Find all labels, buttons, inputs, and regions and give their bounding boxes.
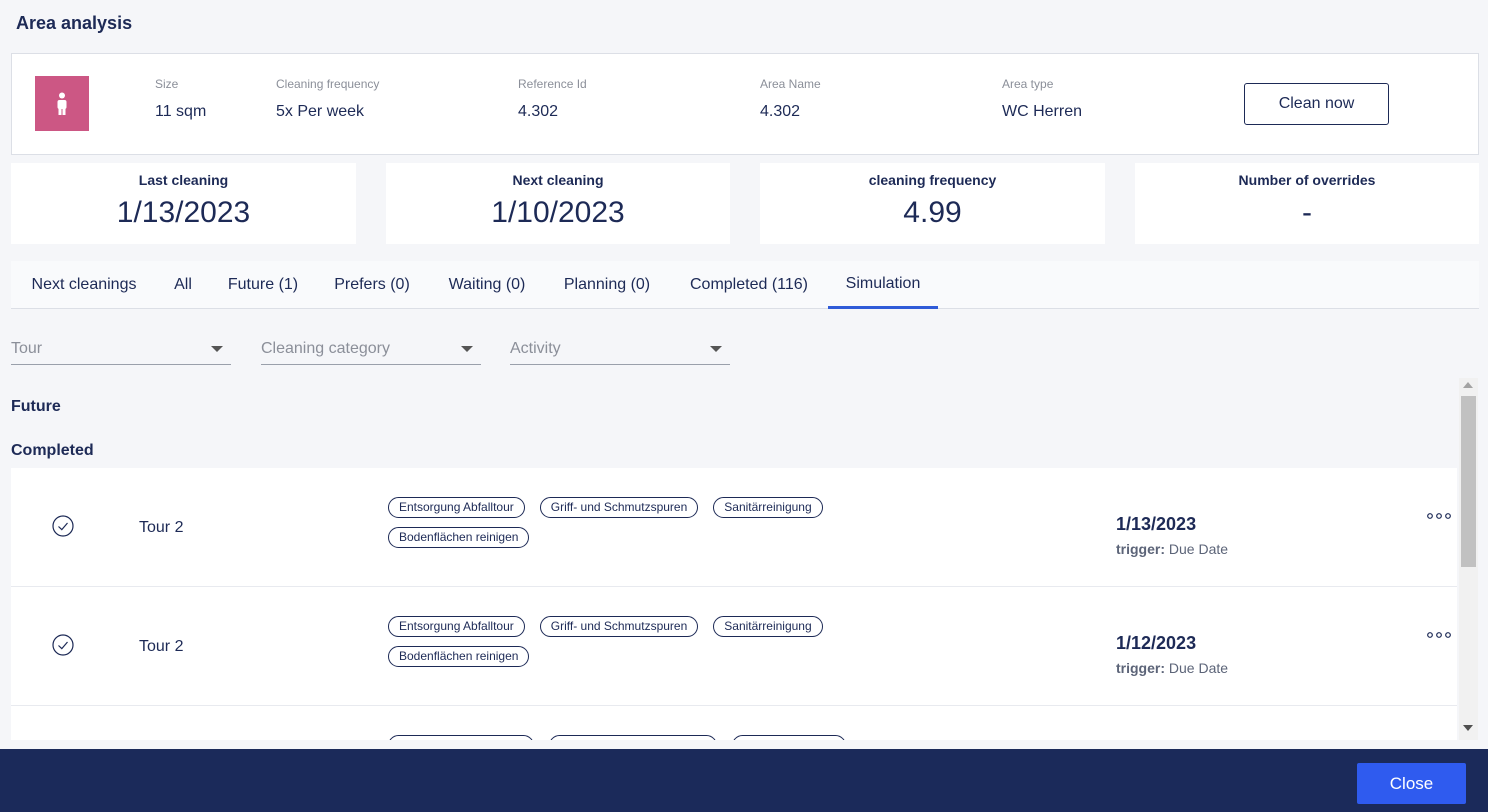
tab-next-cleanings[interactable]: Next cleanings: [11, 261, 157, 309]
info-label: Cleaning frequency: [276, 77, 380, 91]
section-heading-future[interactable]: Future: [11, 398, 61, 416]
stat-label: Number of overrides: [1238, 172, 1376, 188]
list-item[interactable]: [11, 706, 1457, 740]
tab-completed[interactable]: Completed (116): [676, 261, 822, 309]
stat-value: 1/13/2023: [116, 196, 251, 229]
info-label: Area type: [1002, 77, 1054, 91]
activity-tags: [388, 735, 868, 740]
info-label: Reference Id: [518, 77, 587, 91]
activity-tag: [732, 735, 846, 740]
more-options-icon[interactable]: [1427, 631, 1451, 639]
filter-placeholder: Activity: [510, 340, 561, 357]
tour-filter-select[interactable]: Tour: [11, 334, 231, 365]
page-title: Area analysis: [16, 13, 133, 33]
chevron-down-icon: [461, 346, 473, 352]
list-item[interactable]: Tour 2 Entsorgung Abfalltour Griff- und …: [11, 587, 1457, 706]
close-button[interactable]: Close: [1357, 763, 1466, 804]
tour-name: Tour 2: [139, 519, 184, 536]
tab-simulation[interactable]: Simulation: [828, 261, 938, 309]
info-field-area-name: Area Name 4.302: [760, 77, 821, 121]
activity-tag: Sanitärreinigung: [713, 497, 823, 518]
trigger-label: trigger:: [1116, 660, 1165, 676]
stat-card-number-of-overrides: Number of overrides -: [1135, 163, 1479, 244]
info-field-area-type: Area type WC Herren: [1002, 77, 1082, 121]
info-label: Size: [155, 77, 179, 91]
more-options-icon[interactable]: [1427, 512, 1451, 520]
filter-placeholder: Cleaning category: [261, 340, 390, 357]
info-field-size: Size 11 sqm: [155, 77, 206, 121]
person-icon: [57, 92, 67, 115]
info-field-reference-id: Reference Id 4.302: [518, 77, 587, 121]
activity-tag: [549, 735, 717, 740]
stat-label: cleaning frequency: [868, 172, 997, 188]
stat-value: -: [1302, 196, 1312, 229]
cleaning-category-filter-select[interactable]: Cleaning category: [261, 334, 481, 365]
info-field-cleaning-frequency: Cleaning frequency 5x Per week: [276, 77, 379, 121]
activity-tag: Bodenflächen reinigen: [388, 527, 530, 548]
info-value: 5x Per week: [276, 103, 365, 120]
tab-planning[interactable]: Planning (0): [552, 261, 662, 309]
scroll-thumb[interactable]: [1461, 396, 1476, 567]
info-value: 11 sqm: [155, 103, 207, 120]
stat-card-last-cleaning: Last cleaning 1/13/2023: [11, 163, 356, 244]
activity-tags: Entsorgung Abfalltour Griff- und Schmutz…: [388, 497, 868, 557]
activity-tag: Griff- und Schmutzspuren: [539, 497, 699, 518]
info-value: WC Herren: [1002, 103, 1083, 120]
stat-value: 4.99: [903, 196, 962, 229]
check-circle-icon: [52, 515, 74, 537]
info-label: Area Name: [760, 77, 821, 91]
activity-tags: Entsorgung Abfalltour Griff- und Schmutz…: [388, 616, 868, 676]
scroll-down-arrow-icon[interactable]: [1463, 725, 1473, 731]
check-circle-icon: [52, 634, 74, 656]
activity-tag: Bodenflächen reinigen: [388, 646, 530, 667]
activity-tag: [388, 735, 534, 740]
tab-waiting[interactable]: Waiting (0): [436, 261, 538, 309]
trigger-value: Due Date: [1168, 541, 1229, 557]
area-info-panel: Size 11 sqm Cleaning frequency 5x Per we…: [11, 53, 1479, 155]
clean-now-button[interactable]: Clean now: [1244, 83, 1389, 125]
trigger-value: Due Date: [1168, 660, 1229, 676]
trigger-info: trigger: Due Date: [1116, 660, 1228, 676]
cleaning-list: Tour 2 Entsorgung Abfalltour Griff- und …: [11, 468, 1457, 740]
section-heading-completed[interactable]: Completed: [11, 442, 94, 460]
list-scrollbar[interactable]: [1459, 378, 1478, 740]
filter-placeholder: Tour: [11, 340, 43, 357]
tab-future[interactable]: Future (1): [216, 261, 310, 309]
info-value: 4.302: [760, 103, 801, 120]
tab-all[interactable]: All: [163, 261, 203, 309]
activity-tag: Griff- und Schmutzspuren: [539, 616, 699, 637]
activity-tag: Entsorgung Abfalltour: [388, 497, 525, 518]
stat-label: Last cleaning: [138, 172, 229, 188]
activity-tag: Sanitärreinigung: [713, 616, 823, 637]
tab-prefers[interactable]: Prefers (0): [322, 261, 422, 309]
footer-bar: Close: [0, 749, 1488, 812]
tour-name: Tour 2: [139, 638, 184, 655]
stat-card-next-cleaning: Next cleaning 1/10/2023: [386, 163, 730, 244]
trigger-label: trigger:: [1116, 541, 1165, 557]
tab-bar: Next cleanings All Future (1) Prefers (0…: [11, 261, 1479, 309]
chevron-down-icon: [710, 346, 722, 352]
cleaning-date: 1/12/2023: [1116, 633, 1197, 653]
trigger-info: trigger: Due Date: [1116, 541, 1228, 557]
scroll-up-arrow-icon[interactable]: [1463, 382, 1473, 388]
stat-card-cleaning-frequency: cleaning frequency 4.99: [760, 163, 1105, 244]
stat-value: 1/10/2023: [491, 196, 625, 229]
area-type-icon: [35, 76, 89, 131]
activity-filter-select[interactable]: Activity: [510, 334, 730, 365]
chevron-down-icon: [211, 346, 223, 352]
list-item[interactable]: Tour 2 Entsorgung Abfalltour Griff- und …: [11, 468, 1457, 587]
cleaning-date: 1/13/2023: [1116, 514, 1197, 534]
stat-label: Next cleaning: [512, 172, 604, 188]
activity-tag: Entsorgung Abfalltour: [388, 616, 525, 637]
info-value: 4.302: [518, 103, 559, 120]
